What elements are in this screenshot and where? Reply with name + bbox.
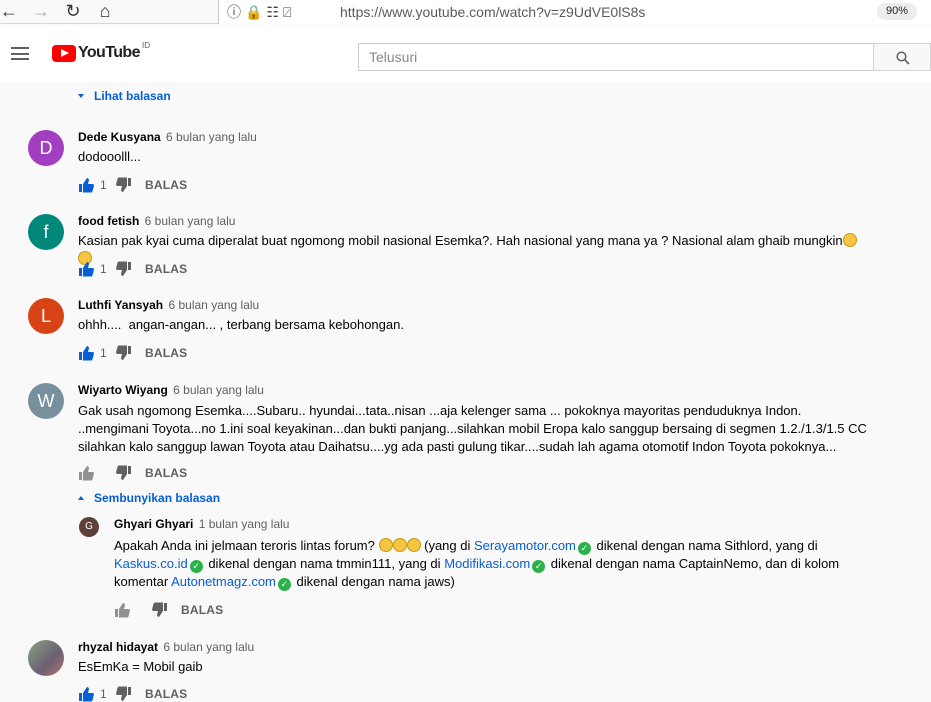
reply-button[interactable]: BALAS	[145, 466, 187, 480]
comment-header: Wiyarto Wiyang 6 bulan yang lalu	[78, 383, 264, 397]
thumbs-up-icon[interactable]	[78, 465, 94, 481]
forward-icon[interactable]: →	[28, 0, 54, 24]
comment-actions: BALAS	[114, 602, 223, 618]
thumbs-down-icon[interactable]	[116, 686, 132, 702]
avatar[interactable]	[28, 640, 64, 676]
logo-region: ID	[142, 41, 150, 50]
avatar[interactable]: D	[28, 130, 64, 166]
youtube-header: YouTube ID Telusuri	[0, 25, 931, 82]
link[interactable]: Autonetmagz.com	[171, 574, 276, 589]
check-icon: ✓	[577, 542, 591, 555]
reply-button[interactable]: BALAS	[145, 346, 187, 360]
like-count: 1	[100, 178, 107, 192]
author-name[interactable]: Ghyari Ghyari	[114, 517, 193, 531]
link[interactable]: Modifikasi.com	[444, 556, 530, 571]
back-icon[interactable]: ←	[0, 0, 22, 24]
link[interactable]: Serayamotor.com	[474, 538, 576, 553]
browser-toolbar: ← → ↻ ⌂ ⓘ🔒☷⍁ https://www.youtube.com/wat…	[0, 0, 931, 24]
youtube-play-icon	[52, 45, 76, 62]
check-icon: ✓	[189, 560, 203, 573]
view-replies-label: Lihat balasan	[94, 89, 171, 103]
avatar[interactable]: G	[79, 517, 99, 537]
author-name[interactable]: Dede Kusyana	[78, 130, 161, 144]
comment-text: ohhh.... angan-angan... , terbang bersam…	[78, 317, 404, 332]
thumbs-up-icon[interactable]	[78, 345, 94, 361]
caret-down-icon	[78, 94, 84, 98]
avatar[interactable]: L	[28, 298, 64, 334]
comment-time[interactable]: 6 bulan yang lalu	[173, 383, 264, 397]
author-name[interactable]: food fetish	[78, 214, 139, 228]
comment-actions: 1 BALAS	[78, 177, 187, 193]
comment-header: food fetish 6 bulan yang lalu	[78, 214, 235, 228]
search-input[interactable]: Telusuri	[358, 43, 874, 71]
thumbs-up-icon[interactable]	[114, 602, 130, 618]
view-replies-button[interactable]: Lihat balasan	[78, 89, 171, 103]
author-name[interactable]: rhyzal hidayat	[78, 640, 158, 654]
menu-icon[interactable]	[11, 47, 29, 60]
thinking-emoji-icon	[378, 538, 393, 552]
comment-text: Kasian pak kyai cuma diperalat buat ngom…	[78, 232, 868, 268]
search-icon	[896, 51, 910, 65]
address-bar[interactable]: ⓘ🔒☷⍁ https://www.youtube.com/watch?v=z9U…	[218, 0, 931, 24]
comment-actions: BALAS	[78, 465, 187, 481]
search-button[interactable]	[873, 43, 931, 71]
site-info-icons[interactable]: ⓘ🔒☷⍁	[227, 2, 295, 22]
author-name[interactable]: Luthfi Yansyah	[78, 298, 163, 312]
hide-replies-label: Sembunyikan balasan	[94, 491, 221, 505]
check-icon: ✓	[277, 578, 291, 591]
check-icon: ✓	[532, 560, 546, 573]
thumbs-up-icon[interactable]	[78, 686, 94, 702]
comment-text: Gak usah ngomong Esemka....Subaru.. hyun…	[78, 403, 867, 454]
thumbs-up-icon[interactable]	[78, 261, 94, 277]
comment-time[interactable]: 6 bulan yang lalu	[168, 298, 259, 312]
thinking-emoji-icon	[392, 538, 407, 552]
comment-header: Luthfi Yansyah 6 bulan yang lalu	[78, 298, 259, 312]
thumbs-down-icon[interactable]	[116, 177, 132, 193]
comment-header: Dede Kusyana 6 bulan yang lalu	[78, 130, 257, 144]
reply-button[interactable]: BALAS	[145, 178, 187, 192]
thumbs-down-icon[interactable]	[152, 602, 168, 618]
comment-actions: 1 BALAS	[78, 345, 187, 361]
zoom-level[interactable]: 90%	[877, 3, 917, 20]
comment-header: Ghyari Ghyari 1 bulan yang lalu	[114, 517, 289, 531]
hide-replies-button[interactable]: Sembunyikan balasan	[78, 491, 220, 505]
reply-button[interactable]: BALAS	[181, 603, 223, 617]
comment-actions: 1 BALAS	[78, 261, 187, 277]
comment-text: Apakah Anda ini jelmaan teroris lintas f…	[114, 538, 840, 591]
author-name[interactable]: Wiyarto Wiyang	[78, 383, 168, 397]
like-count: 1	[100, 262, 107, 276]
comment-header: rhyzal hidayat 6 bulan yang lalu	[78, 640, 254, 654]
link[interactable]: Kaskus.co.id	[114, 556, 188, 571]
comment-time[interactable]: 6 bulan yang lalu	[163, 640, 254, 654]
comment-text: EsEmKa = Mobil gaib	[78, 659, 203, 674]
url-text[interactable]: https://www.youtube.com/watch?v=z9UdVE0l…	[340, 4, 645, 20]
home-icon[interactable]: ⌂	[92, 0, 118, 24]
reply-button[interactable]: BALAS	[145, 262, 187, 276]
comment-text: dodooolll...	[78, 149, 141, 164]
comment-time[interactable]: 6 bulan yang lalu	[166, 130, 257, 144]
thumbs-down-icon[interactable]	[116, 465, 132, 481]
like-count: 1	[100, 687, 107, 701]
avatar[interactable]: f	[28, 214, 64, 250]
logo-text: YouTube	[78, 44, 140, 61]
comment-time[interactable]: 1 bulan yang lalu	[199, 517, 290, 531]
thumbs-down-icon[interactable]	[116, 345, 132, 361]
thumbs-up-icon[interactable]	[78, 177, 94, 193]
comment-time[interactable]: 6 bulan yang lalu	[145, 214, 236, 228]
comment-actions: 1 BALAS	[78, 686, 187, 702]
thumbs-down-icon[interactable]	[116, 261, 132, 277]
reload-icon[interactable]: ↻	[60, 0, 86, 24]
like-count: 1	[100, 346, 107, 360]
laughing-emoji-icon	[842, 233, 857, 247]
avatar[interactable]: W	[28, 383, 64, 419]
thinking-emoji-icon	[406, 538, 421, 552]
caret-up-icon	[78, 496, 84, 500]
reply-button[interactable]: BALAS	[145, 687, 187, 701]
